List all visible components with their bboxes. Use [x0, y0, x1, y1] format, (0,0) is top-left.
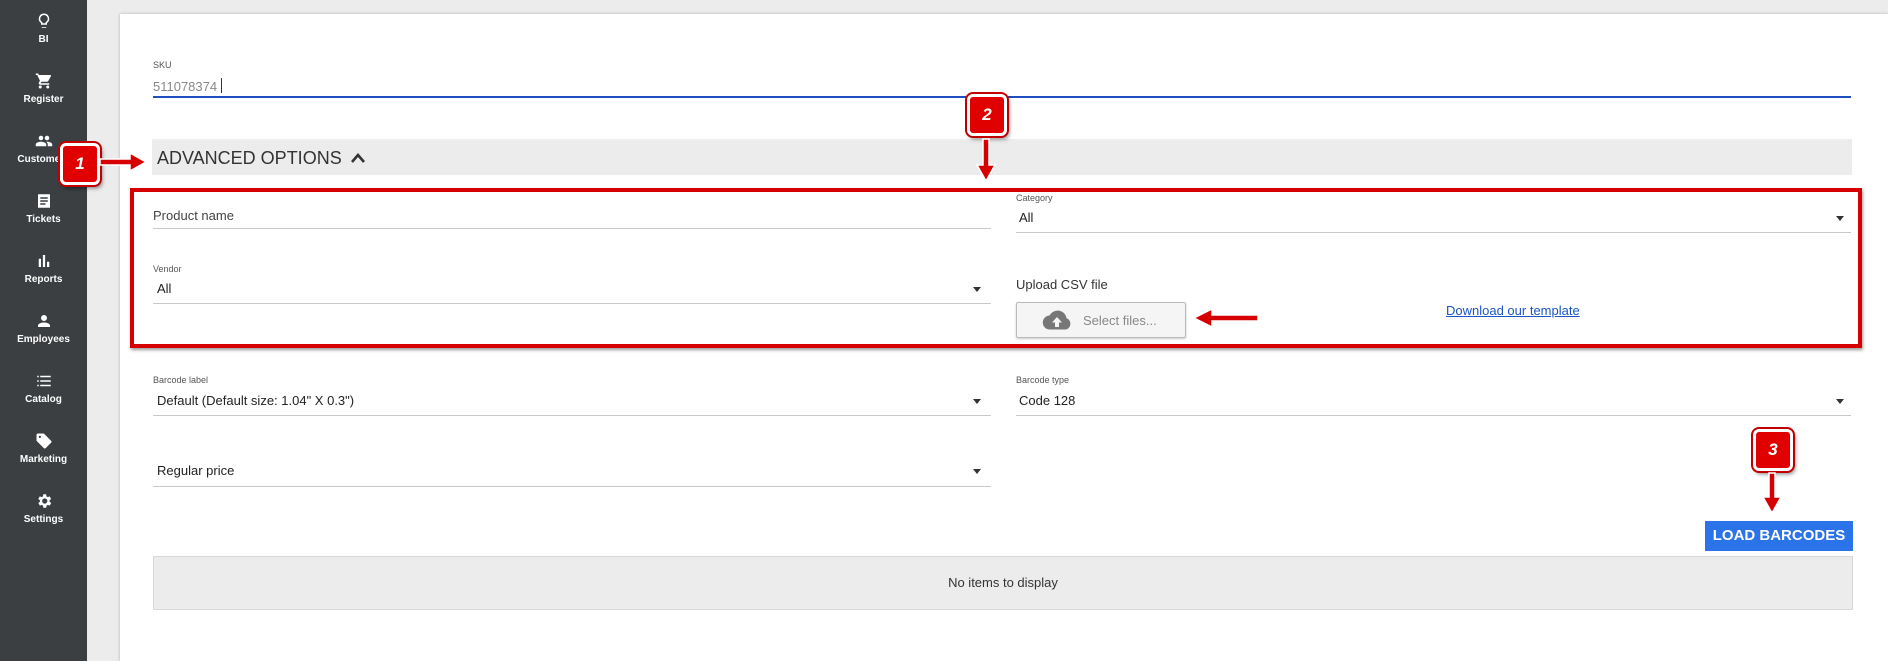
receipt-icon [37, 194, 50, 208]
annotation-highlight-box [130, 188, 1862, 348]
person-icon [37, 315, 50, 327]
annotation-badge-2: 2 [967, 94, 1007, 136]
sidebar-item-catalog[interactable]: Catalog [0, 372, 87, 430]
chevron-up-icon [351, 153, 365, 163]
sidebar-item-settings[interactable]: Settings [0, 492, 87, 550]
bar-chart-icon [38, 255, 49, 267]
price-underline [153, 486, 991, 487]
tag-icon [36, 433, 51, 449]
sidebar-item-reports[interactable]: Reports [0, 252, 87, 310]
sku-label: SKU [153, 60, 172, 70]
cart-icon [35, 73, 51, 89]
sidebar-item-bi[interactable]: BI [0, 12, 87, 70]
annotation-badge-3: 3 [1753, 429, 1793, 471]
barcode-label-dropdown-icon[interactable] [973, 399, 981, 404]
people-icon [35, 135, 52, 147]
sku-input[interactable]: 511078374 [153, 79, 217, 94]
annotation-arrow-down-icon [975, 138, 997, 183]
empty-grid-message: No items to display [948, 575, 1058, 590]
sidebar-item-employees[interactable]: Employees [0, 312, 87, 370]
advanced-options-title: ADVANCED OPTIONS [157, 148, 342, 168]
barcode-label-select[interactable]: Default (Default size: 1.04" X 0.3") [157, 393, 354, 408]
sidebar-item-label: Tickets [26, 214, 61, 225]
sidebar-item-marketing[interactable]: Marketing [0, 432, 87, 490]
sidebar: BI Register Customers Tickets Reports Em… [0, 0, 87, 661]
gear-icon [37, 494, 51, 508]
sidebar-item-label: Settings [23, 514, 64, 525]
sidebar-item-tickets[interactable]: Tickets [0, 192, 87, 250]
sidebar-item-register[interactable]: Register [0, 72, 87, 130]
list-icon [36, 375, 51, 387]
advanced-options-toggle[interactable]: ADVANCED OPTIONS [152, 139, 1852, 175]
sidebar-item-label: Catalog [25, 394, 62, 405]
barcode-type-underline [1016, 415, 1851, 416]
annotation-arrow-down-icon [1761, 472, 1783, 515]
price-select[interactable]: Regular price [157, 463, 234, 478]
load-barcodes-button[interactable]: LOAD BARCODES [1705, 521, 1853, 551]
sidebar-item-label: Register [23, 94, 64, 105]
barcode-type-label: Barcode type [1016, 375, 1070, 385]
text-cursor [221, 78, 222, 93]
sidebar-item-label: Reports [24, 274, 63, 285]
annotation-arrow-left-icon [1192, 307, 1259, 329]
annotation-badge-1: 1 [60, 143, 100, 185]
price-dropdown-icon[interactable] [973, 469, 981, 474]
barcode-label-underline [153, 415, 991, 416]
sidebar-item-label: Employees [17, 334, 70, 345]
barcode-type-select[interactable]: Code 128 [1019, 393, 1075, 408]
barcode-type-dropdown-icon[interactable] [1836, 399, 1844, 404]
sidebar-item-label: Marketing [19, 454, 68, 465]
results-grid: No items to display [153, 556, 1853, 610]
barcode-label-label: Barcode label [153, 375, 209, 385]
annotation-arrow-right-icon [99, 151, 148, 173]
lightbulb-icon [38, 13, 49, 28]
sidebar-item-label: BI [38, 34, 49, 45]
